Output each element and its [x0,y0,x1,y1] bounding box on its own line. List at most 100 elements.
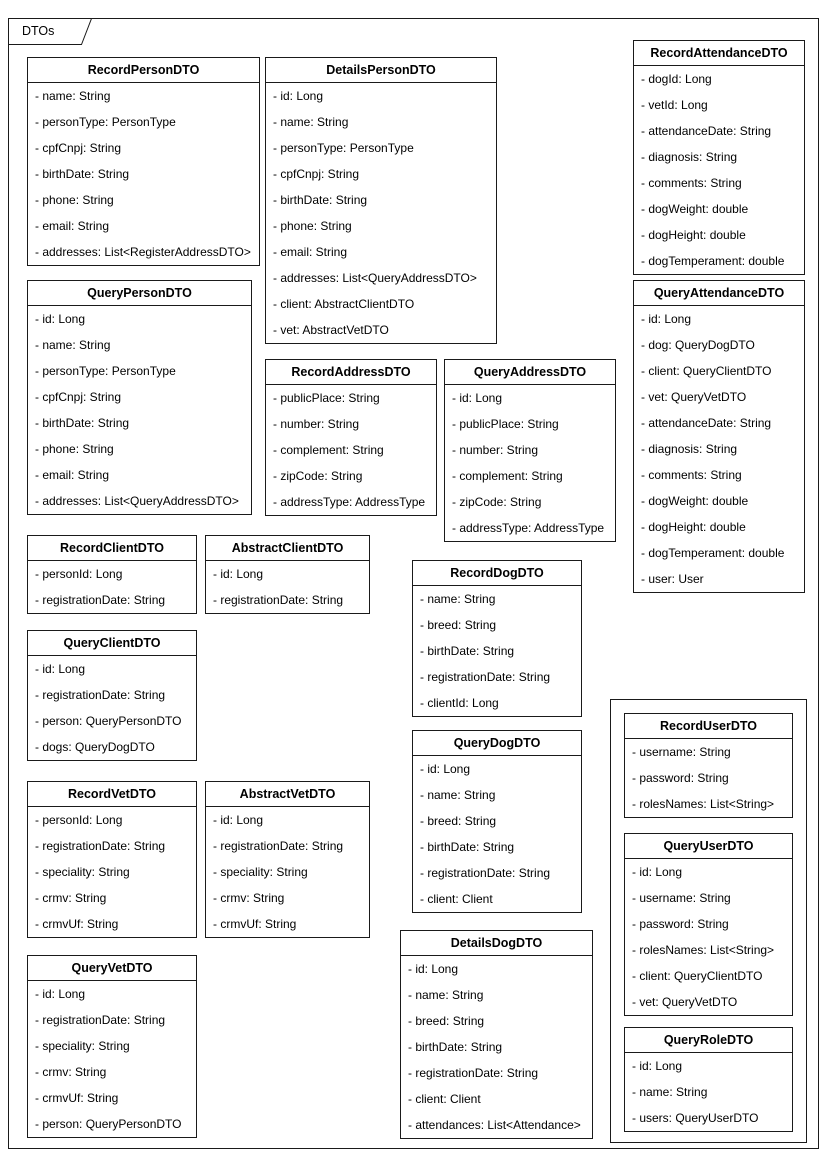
class-attribute: - crmvUf: String [35,917,119,931]
class-attribute: - publicPlace: String [452,417,559,431]
class-attribute: - breed: String [420,814,497,828]
class-name: RecordUserDTO [625,714,792,739]
class-name: QueryAttendanceDTO [634,281,804,306]
class-box-queryuserdto[interactable]: QueryUserDTO - id: Long - username: String… [624,833,793,1016]
class-attribute: - diagnosis: String [641,150,738,164]
class-attribute-compartment: - name: String - personType: PersonType - … [28,83,259,265]
class-attribute-compartment: - id: Long - dog: QueryDogDTO - client: Qu… [634,306,804,592]
class-attribute: - zipCode: String [273,469,363,483]
class-box-abstractvetdto[interactable]: AbstractVetDTO - id: Long - registrationDa… [205,781,370,938]
class-box-queryvetdto[interactable]: QueryVetDTO - id: Long - registrationDate:… [27,955,197,1138]
class-name: RecordDogDTO [413,561,581,586]
class-attribute: - id: Long [632,1059,683,1073]
class-attribute-compartment: - username: String - password: String - ro… [625,739,792,817]
class-attribute: - personType: PersonType [35,115,176,129]
class-attribute: - complement: String [273,443,384,457]
class-attribute: - publicPlace: String [273,391,380,405]
class-attribute: - cpfCnpj: String [273,167,360,181]
class-box-recorduserdto[interactable]: RecordUserDTO - username: String - passwor… [624,713,793,818]
class-attribute: - complement: String [452,469,563,483]
class-attribute: - client: AbstractClientDTO [273,297,415,311]
class-name: DetailsPersonDTO [266,58,496,83]
package-tab-dtos: DTOs [8,18,92,45]
class-attribute: - personType: PersonType [273,141,414,155]
class-attribute: - crmv: String [213,891,285,905]
class-box-recordclientdto[interactable]: RecordClientDTO - personId: Long - registr… [27,535,197,614]
class-box-querydogdto[interactable]: QueryDogDTO - id: Long - name: String - bre… [412,730,582,913]
class-attribute: - comments: String [641,176,742,190]
class-attribute-compartment: - publicPlace: String - number: String - c… [266,385,436,515]
class-box-recordpersondto[interactable]: RecordPersonDTO - name: String - personTyp… [27,57,260,266]
class-attribute: - cpfCnpj: String [35,141,122,155]
class-attribute: - rolesNames: List<String> [632,943,775,957]
class-attribute-compartment: - personId: Long - registrationDate: Stri… [28,561,196,613]
class-attribute: - personId: Long [35,567,123,581]
class-attribute: - client: Client [420,892,493,906]
class-attribute: - dogHeight: double [641,520,746,534]
class-attribute: - vet: AbstractVetDTO [273,323,389,337]
class-attribute: - dogWeight: double [641,494,749,508]
class-attribute: - dogHeight: double [641,228,746,242]
class-attribute: - speciality: String [35,1039,130,1053]
class-attribute: - registrationDate: String [408,1066,539,1080]
class-attribute: - registrationDate: String [420,866,551,880]
class-attribute-compartment: - id: Long - username: String - password: … [625,859,792,1015]
class-attribute: - vet: QueryVetDTO [632,995,738,1009]
class-attribute: - dogId: Long [641,72,712,86]
class-attribute: - registrationDate: String [213,593,344,607]
class-attribute: - birthDate: String [420,644,515,658]
class-box-recordaddressdto[interactable]: RecordAddressDTO - publicPlace: String - n… [265,359,437,516]
class-box-recordattendancedto[interactable]: RecordAttendanceDTO - dogId: Long - vetId:… [633,40,805,275]
class-box-queryroledto[interactable]: QueryRoleDTO - id: Long - name: String - us… [624,1027,793,1132]
class-attribute: - addressType: AddressType [273,495,426,509]
class-attribute: - dogWeight: double [641,202,749,216]
class-name: RecordVetDTO [28,782,196,807]
class-box-queryattendancedto[interactable]: QueryAttendanceDTO - id: Long - dog: Query… [633,280,805,593]
class-attribute: - birthDate: String [273,193,368,207]
class-attribute: - breed: String [408,1014,485,1028]
class-attribute: - email: String [35,219,110,233]
class-name: QueryPersonDTO [28,281,251,306]
class-name: DetailsDogDTO [401,931,592,956]
class-attribute: - name: String [35,89,111,103]
class-box-querypersondto[interactable]: QueryPersonDTO - id: Long - name: String - … [27,280,252,515]
class-attribute: - id: Long [408,962,459,976]
class-attribute: - addresses: List<QueryAddressDTO> [35,494,239,508]
class-name: QueryDogDTO [413,731,581,756]
class-attribute: - registrationDate: String [420,670,551,684]
class-attribute: - registrationDate: String [35,1013,166,1027]
class-box-queryaddressdto[interactable]: QueryAddressDTO - id: Long - publicPlace: … [444,359,616,542]
class-attribute: - speciality: String [213,865,308,879]
class-attribute-compartment: - dogId: Long - vetId: Long - attendanceDa… [634,66,804,274]
class-attribute: - user: User [641,572,704,586]
class-attribute: - id: Long [452,391,503,405]
class-attribute: - vetId: Long [641,98,708,112]
class-attribute: - vet: QueryVetDTO [641,390,747,404]
class-attribute-compartment: - id: Long - name: String - personType: Pe… [28,306,251,514]
class-attribute: - cpfCnpj: String [35,390,122,404]
class-attribute: - id: Long [632,865,683,879]
class-attribute: - email: String [273,245,348,259]
class-name: QueryUserDTO [625,834,792,859]
class-box-queryclientdto[interactable]: QueryClientDTO - id: Long - registrationDa… [27,630,197,761]
class-attribute: - breed: String [420,618,497,632]
class-box-detailsdogdto[interactable]: DetailsDogDTO - id: Long - name: String - b… [400,930,593,1139]
class-box-detailspersondto[interactable]: DetailsPersonDTO - id: Long - name: String… [265,57,497,344]
class-box-recorddogdto[interactable]: RecordDogDTO - name: String - breed: Strin… [412,560,582,717]
class-attribute: - dog: QueryDogDTO [641,338,755,352]
class-attribute: - id: Long [35,662,86,676]
class-name: QueryRoleDTO [625,1028,792,1053]
class-name: AbstractClientDTO [206,536,369,561]
class-attribute: - speciality: String [35,865,130,879]
class-attribute: - crmvUf: String [35,1091,119,1105]
class-attribute-compartment: - id: Long - name: String - personType: Pe… [266,83,496,343]
class-box-abstractclientdto[interactable]: AbstractClientDTO - id: Long - registratio… [205,535,370,614]
class-box-recordvetdto[interactable]: RecordVetDTO - personId: Long - registrati… [27,781,197,938]
class-attribute: - zipCode: String [452,495,542,509]
class-name: QueryAddressDTO [445,360,615,385]
class-name: RecordAttendanceDTO [634,41,804,66]
class-attribute: - dogTemperament: double [641,254,785,268]
class-attribute-compartment: - id: Long - registrationDate: String [206,561,369,613]
class-attribute: - name: String [420,592,496,606]
class-attribute-compartment: - id: Long - registrationDate: String - sp… [28,981,196,1137]
